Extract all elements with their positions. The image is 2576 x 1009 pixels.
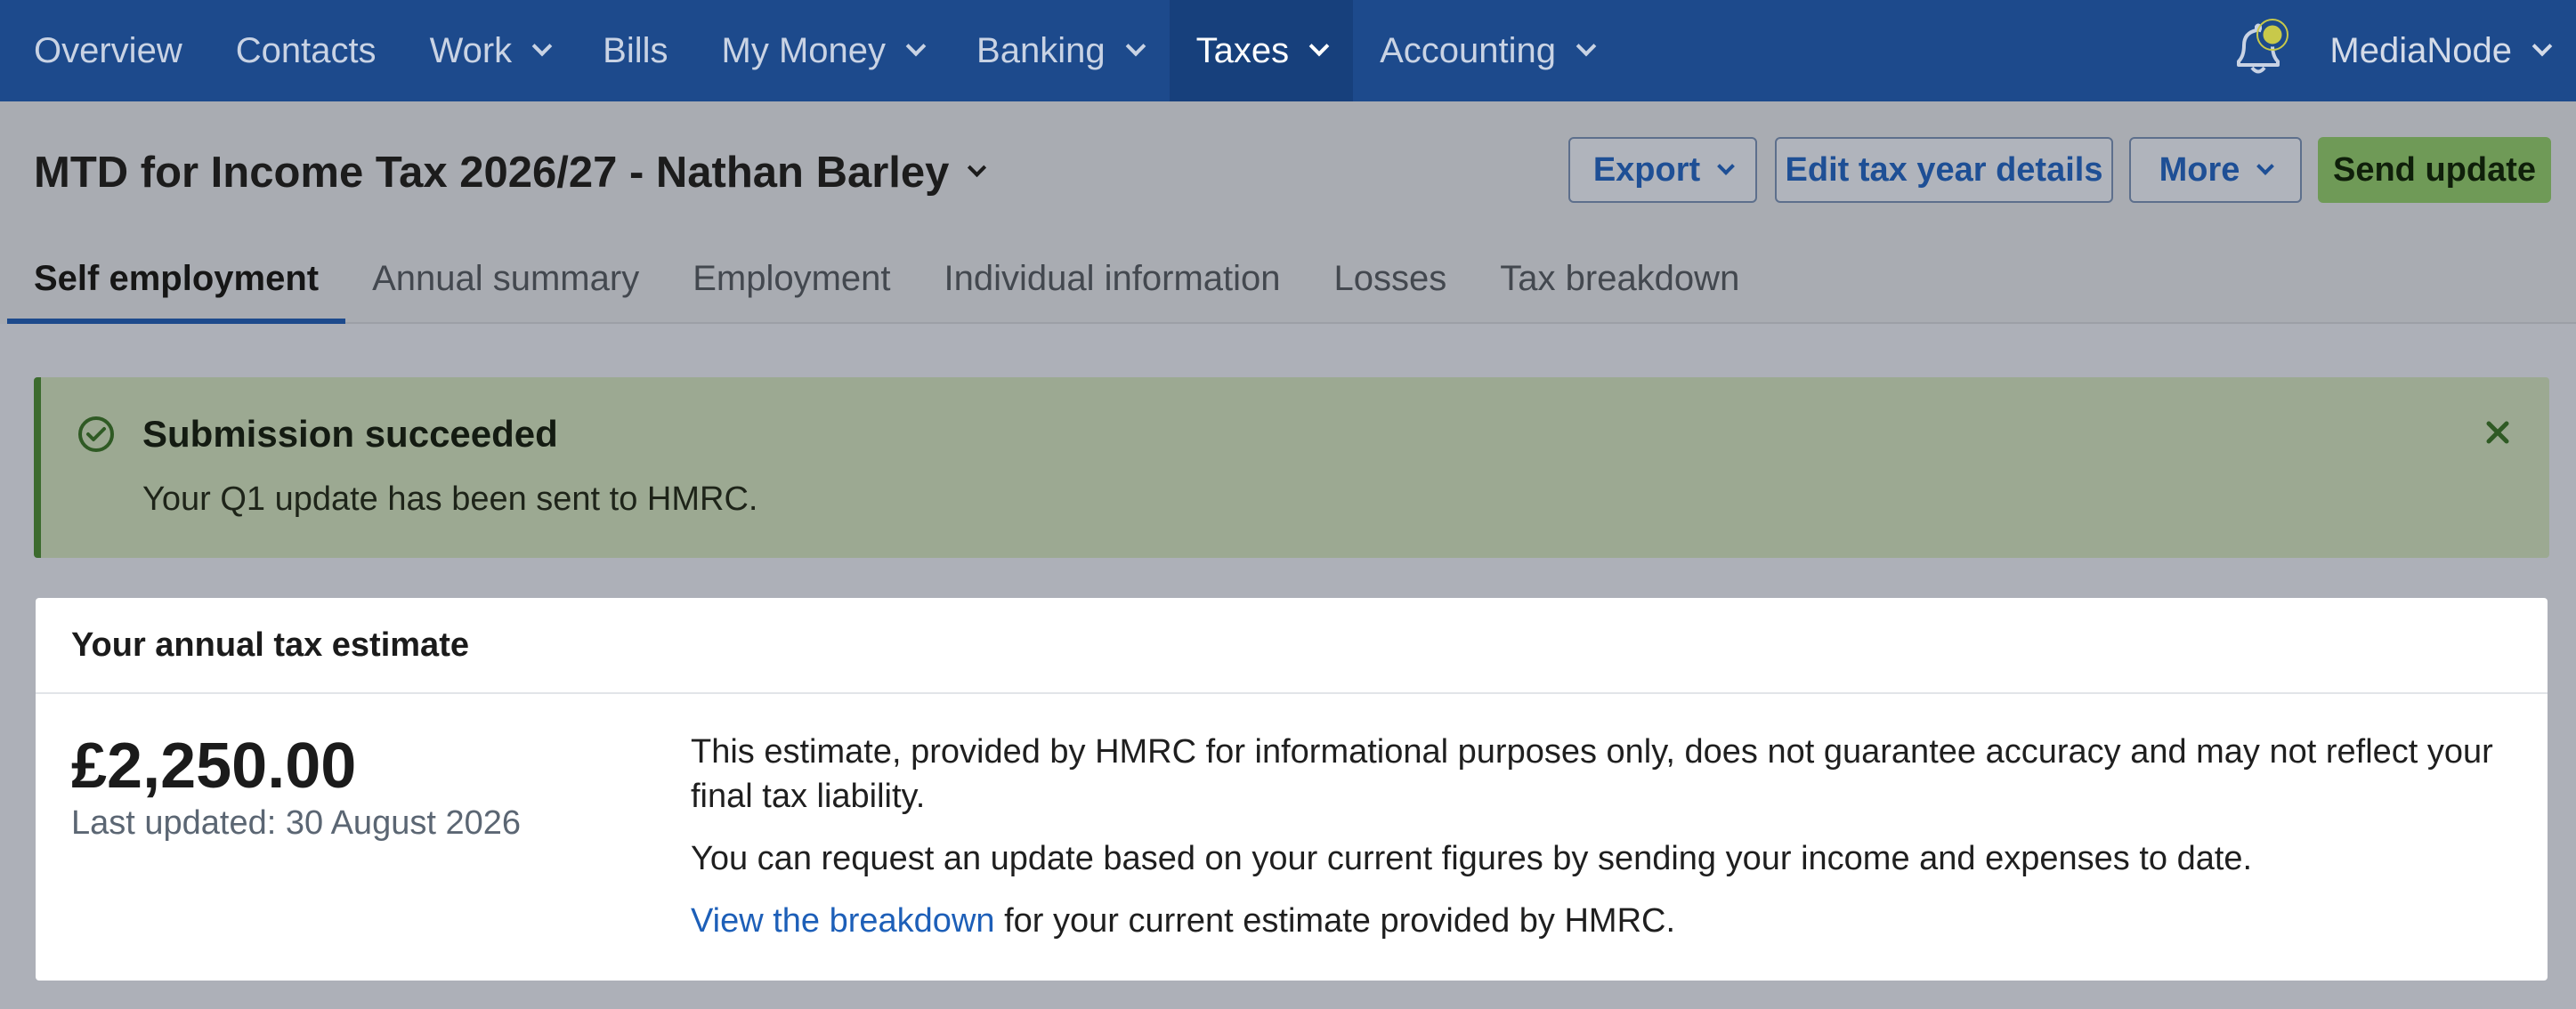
page-header: MTD for Income Tax 2026/27 - Nathan Barl… xyxy=(0,101,2576,324)
tab-losses[interactable]: Losses xyxy=(1308,235,1474,322)
organisation-name: MediaNode xyxy=(2329,30,2512,70)
edit-tax-year-button[interactable]: Edit tax year details xyxy=(1775,137,2113,203)
breakdown-line: View the breakdown for your current esti… xyxy=(691,899,2507,943)
bell-icon[interactable] xyxy=(2223,15,2294,86)
tab-label: Employment xyxy=(693,258,891,298)
alert-message: Your Q1 update has been sent to HMRC. xyxy=(142,480,758,518)
chevron-down-icon xyxy=(2531,36,2553,57)
nav-item-label: Contacts xyxy=(235,30,377,70)
nav-item-label: Overview xyxy=(34,30,182,70)
tab-label: Annual summary xyxy=(372,258,640,298)
page-title-text: MTD for Income Tax 2026/27 - Nathan Barl… xyxy=(34,149,950,197)
nav-item-label: My Money xyxy=(721,30,887,70)
nav-item-bills[interactable]: Bills xyxy=(576,0,694,101)
success-alert: Submission succeeded Your Q1 update has … xyxy=(34,377,2549,558)
tab-annual-summary[interactable]: Annual summary xyxy=(345,235,666,322)
tab-label: Losses xyxy=(1333,258,1447,298)
close-icon[interactable] xyxy=(2478,413,2517,452)
estimate-amount: £2,250.00 xyxy=(71,731,357,802)
tab-individual-information[interactable]: Individual information xyxy=(918,235,1308,322)
nav-right-group: MediaNode xyxy=(2223,0,2576,101)
chevron-down-icon xyxy=(968,157,987,177)
export-button-label: Export xyxy=(1592,150,1701,189)
nav-item-work[interactable]: Work xyxy=(403,0,577,101)
top-navigation: Overview Contacts Work Bills My Money Ba… xyxy=(0,0,2576,101)
nav-item-accounting[interactable]: Accounting xyxy=(1353,0,1620,101)
export-button[interactable]: Export xyxy=(1568,137,1757,203)
edit-button-label: Edit tax year details xyxy=(1785,150,2103,189)
tab-label: Individual information xyxy=(944,258,1281,298)
nav-item-label: Work xyxy=(429,30,513,70)
estimate-disclaimer: This estimate, provided by HMRC for info… xyxy=(691,733,2493,815)
nav-item-taxes[interactable]: Taxes xyxy=(1169,0,1354,101)
check-circle-icon xyxy=(77,415,116,454)
tab-bar: Self employment Annual summary Employmen… xyxy=(7,235,2576,324)
alert-title: Submission succeeded xyxy=(142,413,558,455)
more-button-label: More xyxy=(2159,150,2240,189)
nav-item-contacts[interactable]: Contacts xyxy=(209,0,403,101)
chevron-down-icon xyxy=(531,36,553,57)
nav-item-label: Banking xyxy=(976,30,1106,70)
nav-item-overview[interactable]: Overview xyxy=(0,0,209,101)
tax-estimate-card: Your annual tax estimate £2,250.00 Last … xyxy=(36,598,2548,981)
card-header: Your annual tax estimate xyxy=(36,598,2548,694)
chevron-down-icon xyxy=(1576,36,1597,57)
nav-item-my-money[interactable]: My Money xyxy=(695,0,951,101)
nav-item-label: Accounting xyxy=(1380,30,1556,70)
chevron-down-icon xyxy=(905,36,927,57)
page-title[interactable]: MTD for Income Tax 2026/27 - Nathan Barl… xyxy=(34,148,987,198)
tab-label: Tax breakdown xyxy=(1500,258,1740,298)
more-button[interactable]: More xyxy=(2129,137,2302,203)
nav-item-label: Taxes xyxy=(1195,30,1290,70)
chevron-down-icon xyxy=(1717,157,1736,175)
send-button-label: Send update xyxy=(2332,150,2537,189)
tab-tax-breakdown[interactable]: Tax breakdown xyxy=(1473,235,1766,322)
breakdown-suffix: for your current estimate provided by HM… xyxy=(994,902,1676,940)
view-breakdown-link[interactable]: View the breakdown xyxy=(691,902,995,940)
tab-self-employment[interactable]: Self employment xyxy=(7,235,346,324)
last-updated-text: Last updated: 30 August 2026 xyxy=(71,804,521,842)
chevron-down-icon xyxy=(1308,36,1330,57)
nav-item-label: Bills xyxy=(603,30,668,70)
chevron-down-icon xyxy=(1125,36,1146,57)
tab-employment[interactable]: Employment xyxy=(666,235,917,322)
tab-label: Self employment xyxy=(34,258,320,298)
request-update-text: You can request an update based on your … xyxy=(691,840,2253,877)
send-update-button[interactable]: Send update xyxy=(2318,137,2551,203)
organisation-switcher[interactable]: MediaNode xyxy=(2329,31,2576,71)
chevron-down-icon xyxy=(2256,157,2275,175)
card-title: Your annual tax estimate xyxy=(71,626,469,664)
nav-item-banking[interactable]: Banking xyxy=(950,0,1170,101)
